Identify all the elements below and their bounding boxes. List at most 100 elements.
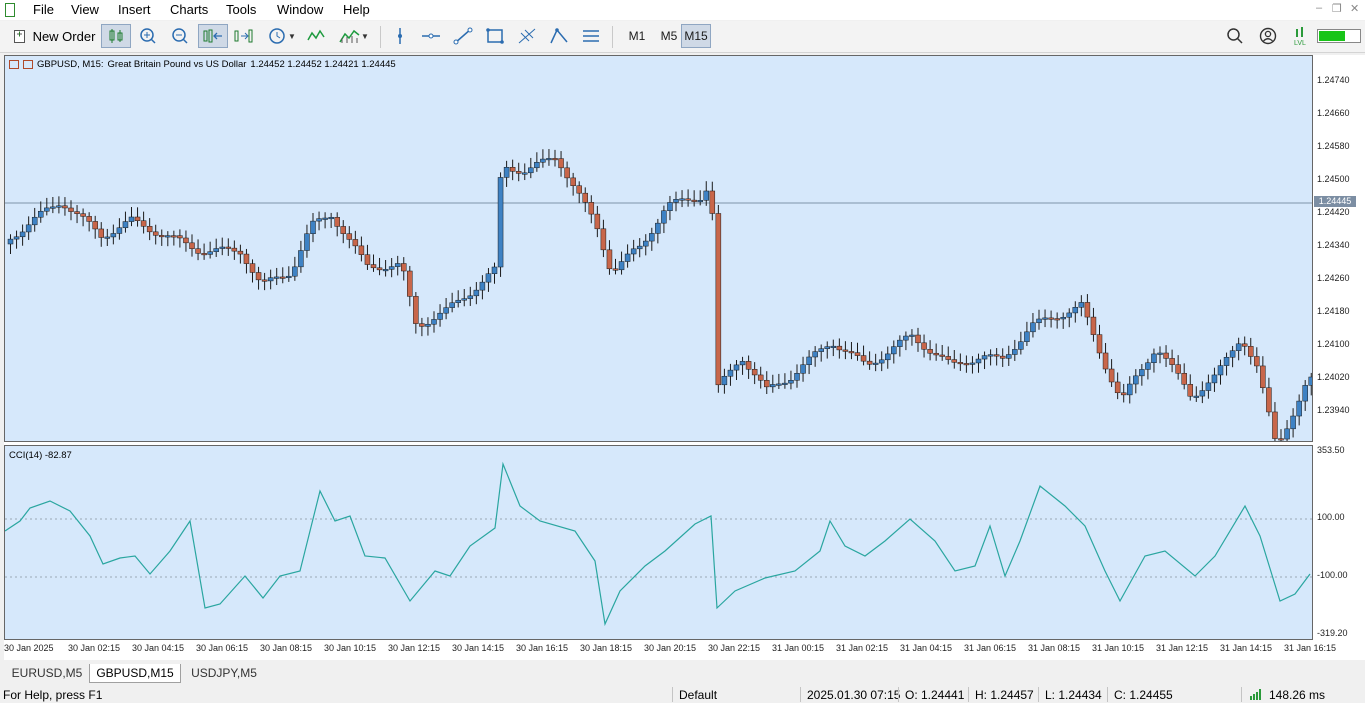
account-button[interactable] xyxy=(1257,24,1279,48)
price-axis-label: 1.24420 xyxy=(1317,207,1350,217)
restore-icon[interactable]: ❐ xyxy=(1332,2,1342,15)
bear-candle xyxy=(237,250,244,255)
bull-candle xyxy=(1030,322,1036,333)
bear-candle xyxy=(1187,384,1193,397)
bull-candle xyxy=(298,250,304,268)
chart-menu-icon[interactable] xyxy=(9,60,19,69)
horizontal-line-tool[interactable] xyxy=(420,24,442,48)
timeframe-m1-button[interactable]: M1 xyxy=(619,24,655,48)
bear-candle xyxy=(709,190,716,214)
status-close: C: 1.24455 xyxy=(1114,688,1173,702)
templates-button[interactable]: ▼ xyxy=(335,24,373,48)
close-icon[interactable]: ✕ xyxy=(1350,2,1359,15)
search-button[interactable] xyxy=(1224,24,1246,48)
bull-candle xyxy=(969,362,976,365)
connection-bar-fill xyxy=(1319,31,1345,41)
bull-candle xyxy=(1296,400,1302,417)
bull-candle xyxy=(1211,374,1218,384)
bear-candle xyxy=(715,213,722,386)
menu-file[interactable]: File xyxy=(33,2,54,17)
status-bar: For Help, press F1 Default 2025.01.30 07… xyxy=(0,685,1365,703)
channel-tool[interactable] xyxy=(548,24,570,48)
cci-pane[interactable]: CCI(14) -82.87 xyxy=(4,445,1313,640)
vertical-line-tool[interactable] xyxy=(390,24,410,48)
price-axis-label: 1.24500 xyxy=(1317,174,1350,184)
bear-candle xyxy=(854,352,861,356)
bull-candle xyxy=(782,382,788,385)
autoscroll-button[interactable] xyxy=(198,24,228,48)
current-price-tag: 1.24445 xyxy=(1314,196,1356,207)
periodicity-button[interactable]: ▼ xyxy=(262,24,302,48)
candlestick-button[interactable] xyxy=(101,24,131,48)
price-pane[interactable]: GBPUSD, M15: Great Britain Pound vs US D… xyxy=(4,55,1313,442)
bull-candle xyxy=(667,202,673,211)
candlestick-chart xyxy=(5,149,1312,441)
indicators-button[interactable] xyxy=(305,24,329,48)
timeframe-m15-button[interactable]: M15 xyxy=(681,24,711,48)
bear-candle xyxy=(413,296,419,324)
zoom-out-button[interactable] xyxy=(168,24,192,48)
bear-candle xyxy=(509,167,516,172)
bear-candle xyxy=(364,254,371,265)
separator xyxy=(380,26,381,48)
menu-view[interactable]: View xyxy=(71,2,99,17)
chart-tabs: EURUSD,M5 GBPUSD,M15 USDJPY,M5 xyxy=(0,662,1365,684)
tab-usdjpy-m5[interactable]: USDJPY,M5 xyxy=(184,664,264,683)
bear-candle xyxy=(1054,318,1060,321)
bear-candle xyxy=(915,334,921,344)
tools-list-button[interactable] xyxy=(580,24,602,48)
bear-candle xyxy=(98,228,104,238)
status-profile: Default xyxy=(679,688,718,702)
bear-candle xyxy=(842,349,849,352)
bull-candle xyxy=(503,167,510,178)
svg-text:LVL: LVL xyxy=(1294,40,1306,46)
menu-window[interactable]: Window xyxy=(277,2,323,17)
bull-candle xyxy=(727,369,734,377)
chart-shift-button[interactable] xyxy=(232,24,256,48)
bull-candle xyxy=(703,190,709,201)
cci-title: CCI(14) -82.87 xyxy=(9,450,72,461)
bull-candle xyxy=(25,224,32,233)
shapes-tool[interactable] xyxy=(484,24,506,48)
connection-indicator xyxy=(1317,29,1361,43)
bear-candle xyxy=(552,158,558,161)
bull-candle xyxy=(624,253,631,262)
bear-candle xyxy=(201,253,207,256)
signal-strength-icon xyxy=(1250,689,1261,700)
bull-candle xyxy=(649,233,655,242)
bear-candle xyxy=(195,248,201,254)
menu-insert[interactable]: Insert xyxy=(118,2,151,17)
bull-candle xyxy=(981,355,988,360)
price-axis[interactable]: 1.24740 1.24660 1.24580 1.24500 1.24420 … xyxy=(1313,55,1365,642)
bull-candle xyxy=(431,319,437,325)
chart-window: GBPUSD, M15: Great Britain Pound vs US D… xyxy=(4,55,1365,660)
tab-gbpusd-m15[interactable]: GBPUSD,M15 xyxy=(89,664,181,683)
list-icon xyxy=(583,30,599,42)
bear-candle xyxy=(927,349,933,354)
menu-help[interactable]: Help xyxy=(343,2,370,17)
trendline-tool[interactable] xyxy=(452,24,474,48)
menu-charts[interactable]: Charts xyxy=(170,2,208,17)
bull-candle xyxy=(485,273,492,283)
time-axis[interactable]: 30 Jan 2025 30 Jan 02:15 30 Jan 04:15 30… xyxy=(4,640,1365,660)
bear-candle xyxy=(74,211,80,214)
bull-candle xyxy=(794,373,800,381)
cci-chart xyxy=(5,461,1312,627)
signal-level-button[interactable]: LVL xyxy=(1292,24,1312,48)
bear-candle xyxy=(376,267,383,271)
bull-candle xyxy=(304,233,310,251)
indicator-icon xyxy=(307,29,325,41)
bear-candle xyxy=(243,253,250,264)
fibonacci-tool[interactable] xyxy=(516,24,538,48)
minimize-icon[interactable]: – xyxy=(1316,2,1322,14)
bull-candle xyxy=(286,275,292,278)
bear-candle xyxy=(407,270,413,297)
menu-tools[interactable]: Tools xyxy=(226,2,256,17)
bull-candle xyxy=(878,359,885,364)
bull-candle xyxy=(909,334,915,337)
tab-eurusd-m5[interactable]: EURUSD,M5 xyxy=(6,664,88,683)
new-order-button[interactable]: New Order xyxy=(10,24,98,48)
bear-candle xyxy=(358,245,365,255)
chart-type-icon[interactable] xyxy=(23,60,33,69)
zoom-in-button[interactable] xyxy=(136,24,160,48)
